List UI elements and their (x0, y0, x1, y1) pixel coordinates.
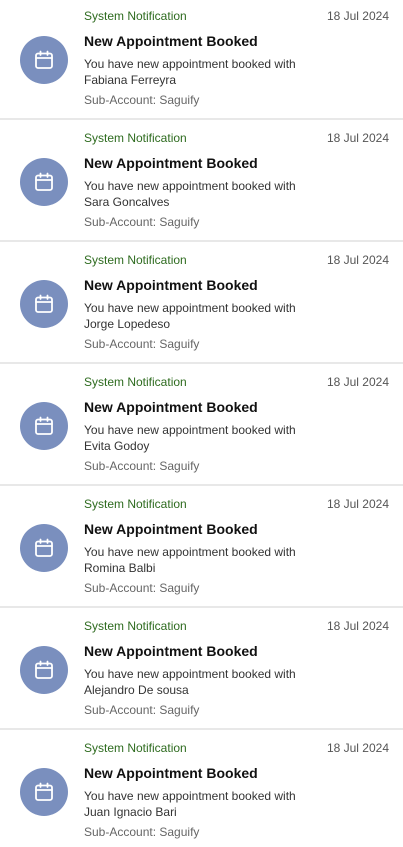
notification-source: System Notification (84, 741, 187, 755)
notification-contact-name: Jorge Lopedeso (84, 317, 171, 331)
notification-body: You have new appointment booked with Evi… (84, 422, 324, 454)
notification-item[interactable]: System Notification 18 Jul 2024 New Appo… (0, 610, 403, 730)
notification-source: System Notification (84, 253, 187, 267)
notification-sub-account: Sub-Account: Saguify (84, 93, 200, 107)
notification-sub-account: Sub-Account: Saguify (84, 703, 200, 717)
notification-source: System Notification (84, 619, 187, 633)
notification-contact-name: Sara Goncalves (84, 195, 170, 209)
notification-body-line: You have new appointment booked with (84, 179, 296, 193)
notification-item[interactable]: System Notification 18 Jul 2024 New Appo… (0, 122, 403, 242)
notification-contact-name: Alejandro De sousa (84, 683, 189, 697)
notification-item[interactable]: System Notification 18 Jul 2024 New Appo… (0, 244, 403, 364)
notification-title: New Appointment Booked (84, 399, 258, 415)
notification-body: You have new appointment booked with Sar… (84, 178, 324, 210)
notification-contact-name: Romina Balbi (84, 561, 156, 575)
notification-sub-account: Sub-Account: Saguify (84, 337, 200, 351)
notification-contact-name: Juan Ignacio Bari (84, 805, 177, 819)
notification-item[interactable]: System Notification 18 Jul 2024 New Appo… (0, 0, 403, 120)
calendar-icon (20, 158, 68, 206)
notification-body-line: You have new appointment booked with (84, 667, 296, 681)
notification-title: New Appointment Booked (84, 521, 258, 537)
notification-item[interactable]: System Notification 18 Jul 2024 New Appo… (0, 488, 403, 608)
calendar-icon (20, 402, 68, 450)
notification-date: 18 Jul 2024 (326, 375, 389, 389)
notification-date: 18 Jul 2024 (326, 619, 389, 633)
notification-body: You have new appointment booked with Rom… (84, 544, 324, 576)
notification-date: 18 Jul 2024 (326, 131, 389, 145)
notification-item[interactable]: System Notification 18 Jul 2024 New Appo… (0, 366, 403, 486)
calendar-icon (20, 280, 68, 328)
calendar-icon (20, 524, 68, 572)
calendar-icon (20, 36, 68, 84)
notification-title: New Appointment Booked (84, 155, 258, 171)
notification-body-line: You have new appointment booked with (84, 57, 296, 71)
notification-title: New Appointment Booked (84, 765, 258, 781)
notification-body: You have new appointment booked with Fab… (84, 56, 324, 88)
notification-contact-name: Fabiana Ferreyra (84, 73, 177, 87)
notification-source: System Notification (84, 375, 187, 389)
notification-source: System Notification (84, 497, 187, 511)
calendar-icon (20, 768, 68, 816)
notification-sub-account: Sub-Account: Saguify (84, 215, 200, 229)
notification-source: System Notification (84, 9, 187, 23)
notification-body: You have new appointment booked with Jor… (84, 300, 324, 332)
notification-title: New Appointment Booked (84, 643, 258, 659)
notification-sub-account: Sub-Account: Saguify (84, 459, 200, 473)
notification-sub-account: Sub-Account: Saguify (84, 581, 200, 595)
calendar-icon (20, 646, 68, 694)
notification-date: 18 Jul 2024 (326, 9, 389, 23)
notification-item[interactable]: System Notification 18 Jul 2024 New Appo… (0, 732, 403, 847)
notification-date: 18 Jul 2024 (326, 497, 389, 511)
notification-body: You have new appointment booked with Ale… (84, 666, 324, 698)
notification-contact-name: Evita Godoy (84, 439, 150, 453)
notification-title: New Appointment Booked (84, 277, 258, 293)
notification-title: New Appointment Booked (84, 33, 258, 49)
notification-date: 18 Jul 2024 (326, 741, 389, 755)
notification-body-line: You have new appointment booked with (84, 545, 296, 559)
notification-body: You have new appointment booked with Jua… (84, 788, 324, 820)
notification-date: 18 Jul 2024 (326, 253, 389, 267)
notification-sub-account: Sub-Account: Saguify (84, 825, 200, 839)
notification-body-line: You have new appointment booked with (84, 301, 296, 315)
notification-body-line: You have new appointment booked with (84, 789, 296, 803)
notification-body-line: You have new appointment booked with (84, 423, 296, 437)
notification-list: System Notification 18 Jul 2024 New Appo… (0, 0, 403, 847)
notification-source: System Notification (84, 131, 187, 145)
